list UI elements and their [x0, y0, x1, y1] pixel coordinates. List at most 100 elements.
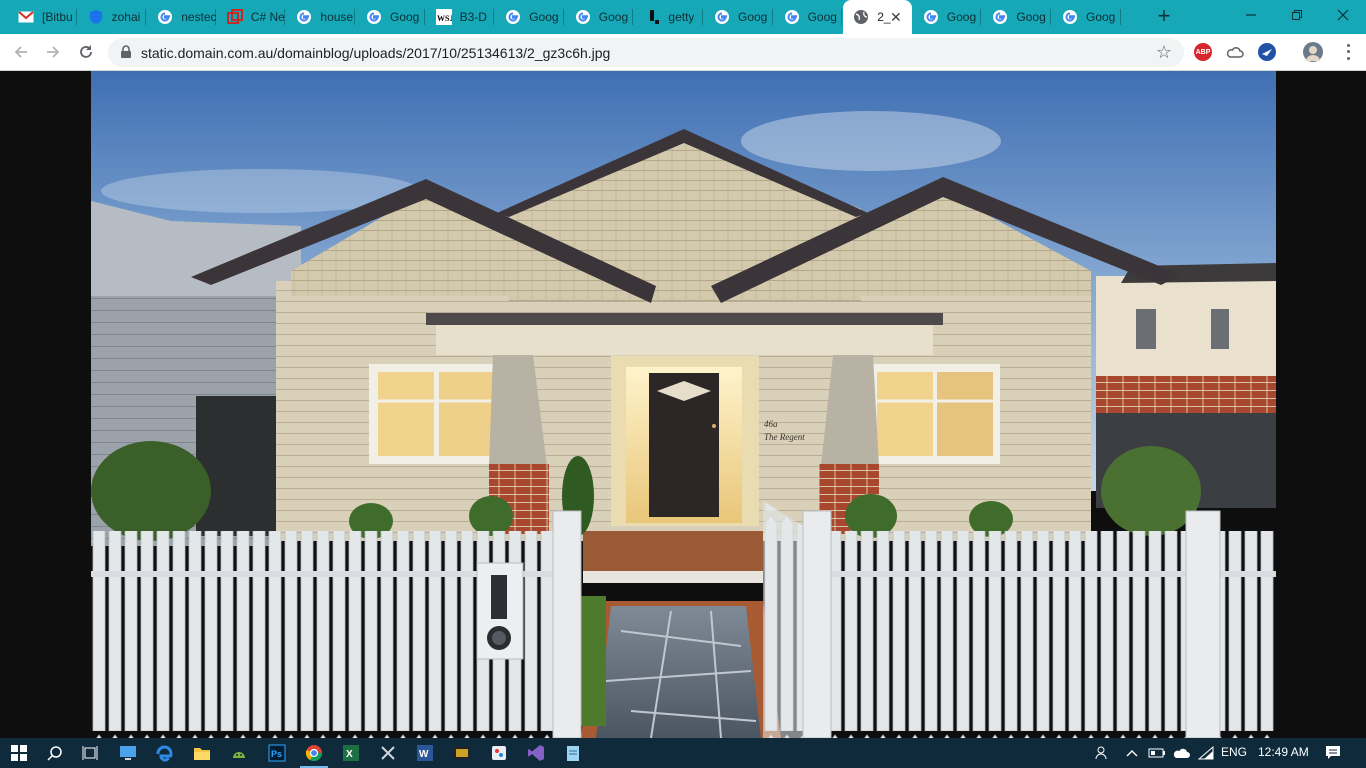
tab-title: nestec	[181, 10, 216, 24]
onedrive-cloud-icon[interactable]	[1170, 742, 1192, 764]
tab-title: house	[320, 10, 354, 24]
forward-button[interactable]	[41, 40, 65, 64]
extension-cloud-icon[interactable]	[1226, 43, 1244, 61]
file-explorer-icon[interactable]	[191, 742, 213, 764]
browser-tab[interactable]: C# Ne	[217, 0, 286, 34]
browser-tab[interactable]: getty	[634, 0, 703, 34]
stack-icon	[226, 9, 243, 25]
word-icon[interactable]: W	[414, 742, 436, 764]
back-button[interactable]	[9, 40, 33, 64]
tab-title: B3-D	[459, 10, 487, 24]
chevron-up-icon[interactable]	[1121, 742, 1143, 764]
address-bar[interactable]: static.domain.com.au/domainblog/uploads/…	[108, 38, 1184, 67]
tab-title: Goog	[738, 10, 768, 24]
google-icon	[784, 9, 800, 25]
left-window	[369, 364, 501, 464]
media-app-icon[interactable]	[451, 742, 473, 764]
browser-toolbar: static.domain.com.au/domainblog/uploads/…	[0, 34, 1366, 71]
browser-tab[interactable]: Goog	[982, 0, 1051, 34]
snipping-tool-icon[interactable]	[377, 742, 399, 764]
browser-tab[interactable]: Goog	[704, 0, 773, 34]
adblock-plus-icon[interactable]: ABP	[1194, 43, 1212, 61]
google-icon	[1062, 9, 1078, 25]
browser-tab[interactable]: zohai	[78, 0, 147, 34]
tab-title: Goog	[1086, 10, 1116, 24]
minimize-button[interactable]	[1228, 0, 1274, 30]
browser-tab[interactable]: Goog	[1052, 0, 1121, 34]
restore-icon	[1292, 10, 1302, 20]
arrow-right-icon	[47, 46, 60, 58]
task-view-icon[interactable]	[79, 742, 101, 764]
svg-text:WSJ: WSJ	[437, 14, 452, 23]
language-indicator[interactable]: ENG	[1221, 745, 1247, 759]
wsj-icon: WSJ	[435, 9, 452, 25]
tab-title: [Bitbu	[42, 10, 73, 24]
tab-title: Goog	[598, 10, 629, 24]
tab-title: Goog	[529, 10, 559, 24]
windows-taskbar: Ps X W ENG 12:49 AM	[0, 738, 1366, 768]
tab-title: Goog	[807, 10, 837, 24]
close-icon	[1337, 9, 1349, 21]
close-window-button[interactable]	[1320, 0, 1366, 30]
svg-text:W: W	[419, 749, 429, 760]
this-pc-icon[interactable]	[117, 742, 139, 764]
image-viewport: 46a The Regent	[0, 71, 1366, 738]
picket-fence-right	[802, 510, 1276, 738]
picket-fence-left	[91, 510, 582, 738]
close-tab-icon[interactable]: ✕	[890, 9, 902, 25]
google-icon	[575, 9, 591, 25]
visual-studio-icon[interactable]	[525, 742, 547, 764]
chrome-icon[interactable]	[303, 742, 325, 764]
tab-title: 2_	[877, 10, 891, 24]
browser-tab[interactable]: Goog	[565, 0, 634, 34]
google-icon	[923, 9, 939, 25]
clock[interactable]: 12:49 AM	[1258, 745, 1309, 759]
browser-tab[interactable]: Goog	[356, 0, 425, 34]
battery-icon[interactable]	[1146, 742, 1168, 764]
svg-text:Ps: Ps	[271, 749, 282, 759]
tab-strip: [Bitbu zohai nestec C# Ne house Goog WSJ B3-D Go…	[0, 0, 1366, 34]
browser-tab[interactable]: WSJ B3-D	[426, 0, 495, 34]
new-tab-button[interactable]: +	[1152, 5, 1176, 29]
google-icon	[505, 9, 521, 25]
browser-tab[interactable]: Goog	[495, 0, 564, 34]
browser-tab[interactable]: Goog	[913, 0, 982, 34]
extension-bird-icon[interactable]	[1258, 43, 1276, 61]
right-window	[868, 364, 1000, 464]
globe-icon	[853, 9, 869, 25]
browser-tab[interactable]: nestec	[147, 0, 216, 34]
notifications-icon[interactable]	[1322, 742, 1344, 764]
profile-avatar[interactable]	[1303, 42, 1323, 62]
browser-menu-icon[interactable]	[1340, 42, 1356, 62]
edge-icon[interactable]	[153, 742, 175, 764]
photoshop-icon[interactable]: Ps	[266, 742, 288, 764]
house-name-sign: The Regent	[764, 432, 805, 442]
reload-button[interactable]	[74, 40, 98, 64]
tab-title: C# Ne	[250, 10, 285, 24]
restore-button[interactable]	[1274, 0, 1320, 30]
google-icon	[296, 9, 312, 25]
google-icon	[157, 9, 173, 25]
notepad-icon[interactable]	[562, 742, 584, 764]
tab-title: Goog	[390, 10, 420, 24]
reload-icon	[80, 45, 92, 58]
android-studio-icon[interactable]	[228, 742, 250, 764]
excel-icon[interactable]: X	[340, 742, 362, 764]
browser-tab[interactable]: Goog	[774, 0, 843, 34]
gmail-icon	[18, 9, 34, 25]
picket-gate	[763, 501, 803, 738]
shield-ext-icon	[88, 9, 104, 25]
paint-app-icon[interactable]	[488, 742, 510, 764]
people-icon[interactable]	[1092, 742, 1114, 764]
windows-start-icon[interactable]	[8, 742, 30, 764]
browser-tab[interactable]: house	[286, 0, 355, 34]
browser-tab[interactable]: [Bitbu	[8, 0, 77, 34]
minimize-icon	[1246, 14, 1256, 16]
arrow-left-icon	[14, 46, 27, 58]
tab-title: zohai	[111, 10, 141, 24]
bookmark-star-icon[interactable]: ☆	[1156, 42, 1172, 63]
svg-text:X: X	[346, 749, 353, 760]
search-icon[interactable]	[44, 742, 66, 764]
browser-tab[interactable]: 2_ ✕	[843, 0, 912, 34]
wifi-icon[interactable]	[1195, 742, 1217, 764]
